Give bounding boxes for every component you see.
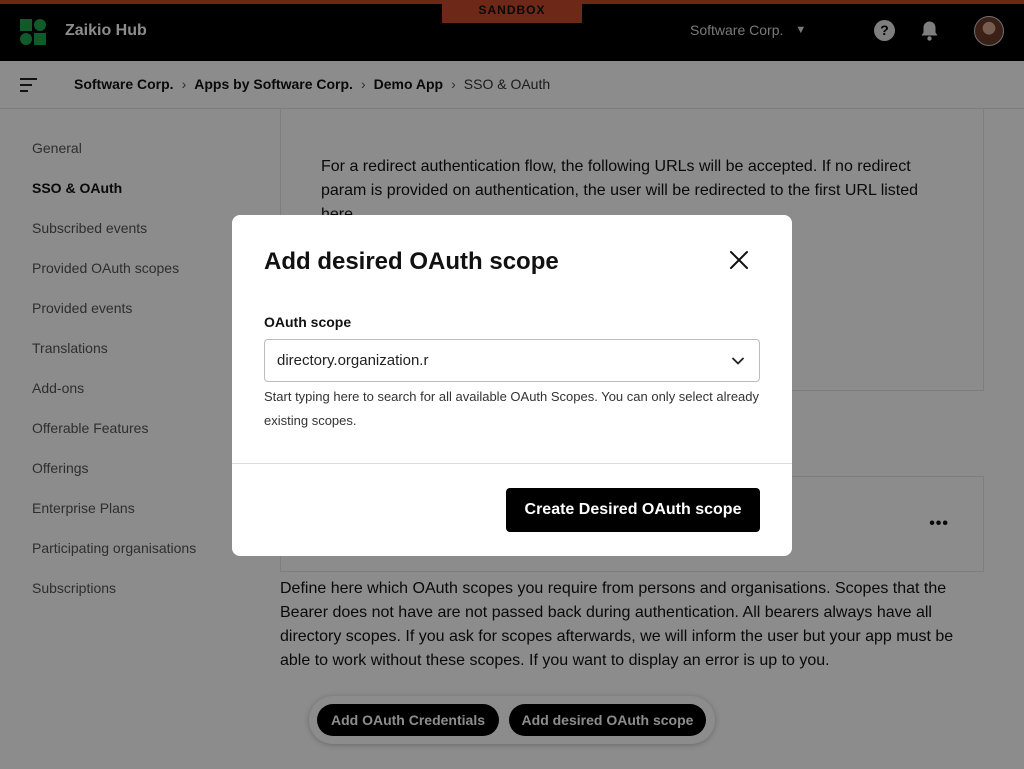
add-oauth-scope-dialog: Add desired OAuth scope OAuth scope dire… <box>232 215 792 556</box>
dialog-title: Add desired OAuth scope <box>264 248 559 275</box>
chevron-down-icon <box>732 357 744 365</box>
oauth-scope-help-text: Start typing here to search for all avai… <box>264 389 760 428</box>
dialog-divider <box>232 463 792 464</box>
oauth-scope-select[interactable]: directory.organization.r <box>264 339 760 382</box>
create-desired-oauth-scope-button[interactable]: Create Desired OAuth scope <box>506 488 760 532</box>
oauth-scope-value: directory.organization.r <box>277 352 429 369</box>
close-icon[interactable] <box>728 249 750 271</box>
oauth-scope-label: OAuth scope <box>264 314 352 330</box>
